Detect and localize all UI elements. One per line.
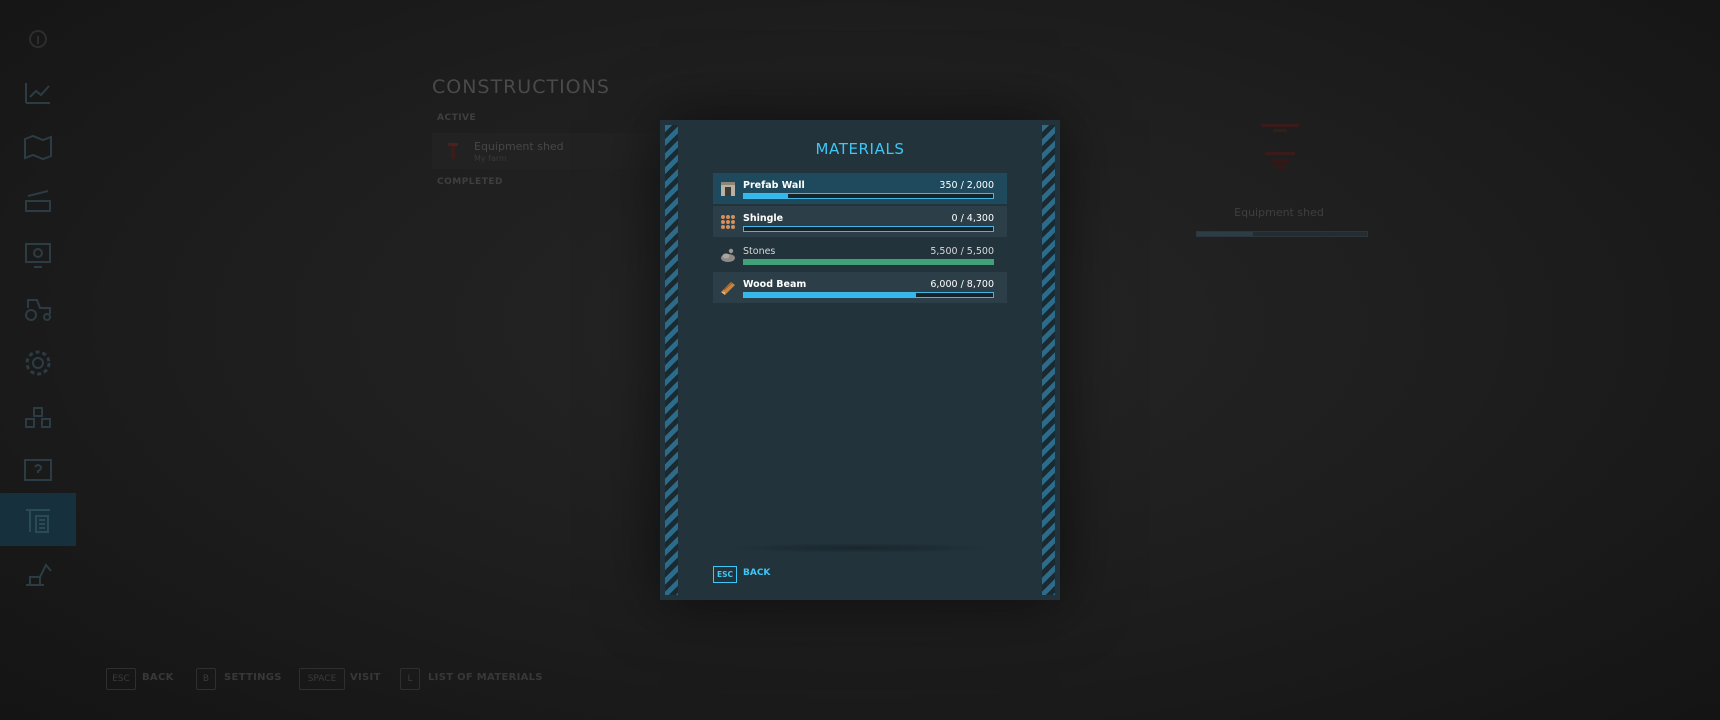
material-amount: 0 / 4,300 [951, 213, 994, 224]
esc-key-hint[interactable]: ESC [713, 566, 737, 583]
vehicles-icon [25, 298, 51, 321]
production-icon [25, 189, 51, 212]
materials-list: Prefab Wall 350 / 2,000 Shingle 0 / 4,30… [713, 173, 1007, 305]
stones-icon [721, 248, 735, 262]
footer-key-settings[interactable]: B [196, 668, 216, 690]
material-name: Stones [743, 246, 776, 257]
sidebar-stats[interactable] [0, 66, 76, 119]
footer-label-back[interactable]: BACK [142, 672, 174, 683]
sidebar-production[interactable] [0, 174, 76, 227]
material-name: Shingle [743, 213, 784, 224]
shingle-icon [721, 215, 735, 229]
footer-key-back[interactable]: ESC [106, 668, 136, 690]
section-completed-label: COMPLETED [437, 177, 503, 187]
sidebar [0, 0, 76, 720]
sidebar-finance[interactable] [0, 228, 76, 281]
sidebar-help[interactable] [0, 444, 76, 497]
wood-beam-icon [721, 282, 735, 295]
list-scroll-shadow [730, 543, 990, 553]
back-button[interactable]: BACK [743, 568, 770, 578]
map-icon [24, 134, 52, 160]
construction-list-item[interactable]: Equipment shed My farm [432, 133, 664, 169]
sidebar-map[interactable] [0, 120, 76, 173]
construction-site-icon [448, 143, 458, 159]
sidebar-info[interactable] [0, 12, 76, 65]
stats-icon [25, 82, 50, 104]
material-progress-fill [744, 194, 788, 198]
materials-dialog: MATERIALS Prefab Wall 350 / 2,000 Shingl… [660, 120, 1060, 600]
finance-icon [25, 242, 51, 268]
detail-progress-fill [1197, 232, 1254, 236]
material-progress-bar [743, 226, 994, 232]
footer-label-visit[interactable]: VISIT [350, 672, 381, 683]
dialog-title: MATERIALS [815, 140, 905, 158]
material-progress-fill [744, 260, 993, 264]
page-title: CONSTRUCTIONS [432, 76, 610, 98]
sidebar-excavator[interactable] [0, 548, 76, 601]
game-screen: CONSTRUCTIONS ACTIVE Equipment shed My f… [0, 0, 1720, 720]
sidebar-construction[interactable] [0, 493, 76, 546]
material-progress-bar [743, 259, 994, 265]
excavator-icon [26, 562, 52, 586]
construction-preview-image [1261, 124, 1299, 169]
material-name: Wood Beam [743, 279, 807, 290]
material-amount: 5,500 / 5,500 [930, 246, 994, 257]
sidebar-vehicles[interactable] [0, 282, 76, 335]
material-row-stones[interactable]: Stones 5,500 / 5,500 [713, 239, 1007, 270]
prefab-wall-icon [721, 182, 735, 196]
sidebar-animals[interactable] [0, 390, 76, 443]
info-icon [29, 29, 47, 48]
footer-bar: ESC BACK B SETTINGS SPACE VISIT L LIST O… [0, 668, 900, 692]
section-active-label: ACTIVE [437, 113, 477, 123]
material-name: Prefab Wall [743, 180, 805, 191]
detail-construction-name: Equipment shed [1234, 206, 1324, 219]
material-row-wood-beam[interactable]: Wood Beam 6,000 / 8,700 [713, 272, 1007, 303]
footer-label-settings[interactable]: SETTINGS [224, 672, 282, 683]
hazard-stripe-right [1042, 125, 1055, 595]
material-row-shingle[interactable]: Shingle 0 / 4,300 [713, 206, 1007, 237]
material-amount: 6,000 / 8,700 [930, 279, 994, 290]
footer-key-materials[interactable]: L [400, 668, 420, 690]
sidebar-settings[interactable] [0, 336, 76, 389]
footer-label-materials[interactable]: LIST OF MATERIALS [428, 672, 543, 683]
animals-icon [25, 406, 51, 428]
material-progress-bar [743, 193, 994, 199]
detail-progress-bar [1196, 231, 1368, 237]
help-icon [24, 458, 52, 481]
construction-name: Equipment shed [474, 140, 564, 153]
construction-icon [26, 508, 50, 533]
material-progress-fill [744, 293, 916, 297]
material-amount: 350 / 2,000 [939, 180, 994, 191]
footer-key-visit[interactable]: SPACE [299, 668, 345, 690]
material-row-prefab-wall[interactable]: Prefab Wall 350 / 2,000 [713, 173, 1007, 204]
gear-icon [25, 350, 51, 375]
material-progress-bar [743, 292, 994, 298]
hazard-stripe-left [665, 125, 678, 595]
construction-owner: My farm [474, 154, 507, 163]
